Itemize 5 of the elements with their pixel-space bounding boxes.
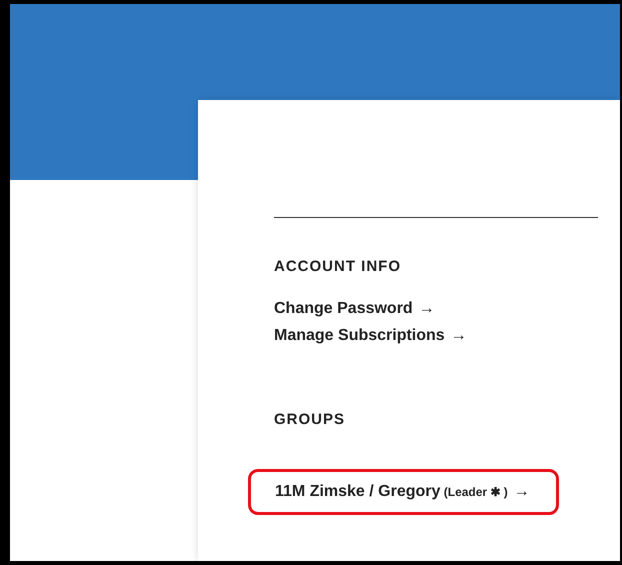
- section-heading: GROUPS: [274, 410, 346, 430]
- nav-link[interactable]: 11M Zimske / Gregory (Leader ✱ ) →: [275, 478, 530, 506]
- section-heading: ACCOUNT INFO: [274, 257, 402, 277]
- nav-link[interactable]: Manage Subscriptions →: [274, 322, 467, 348]
- nav-link[interactable]: Change Password →: [274, 294, 435, 322]
